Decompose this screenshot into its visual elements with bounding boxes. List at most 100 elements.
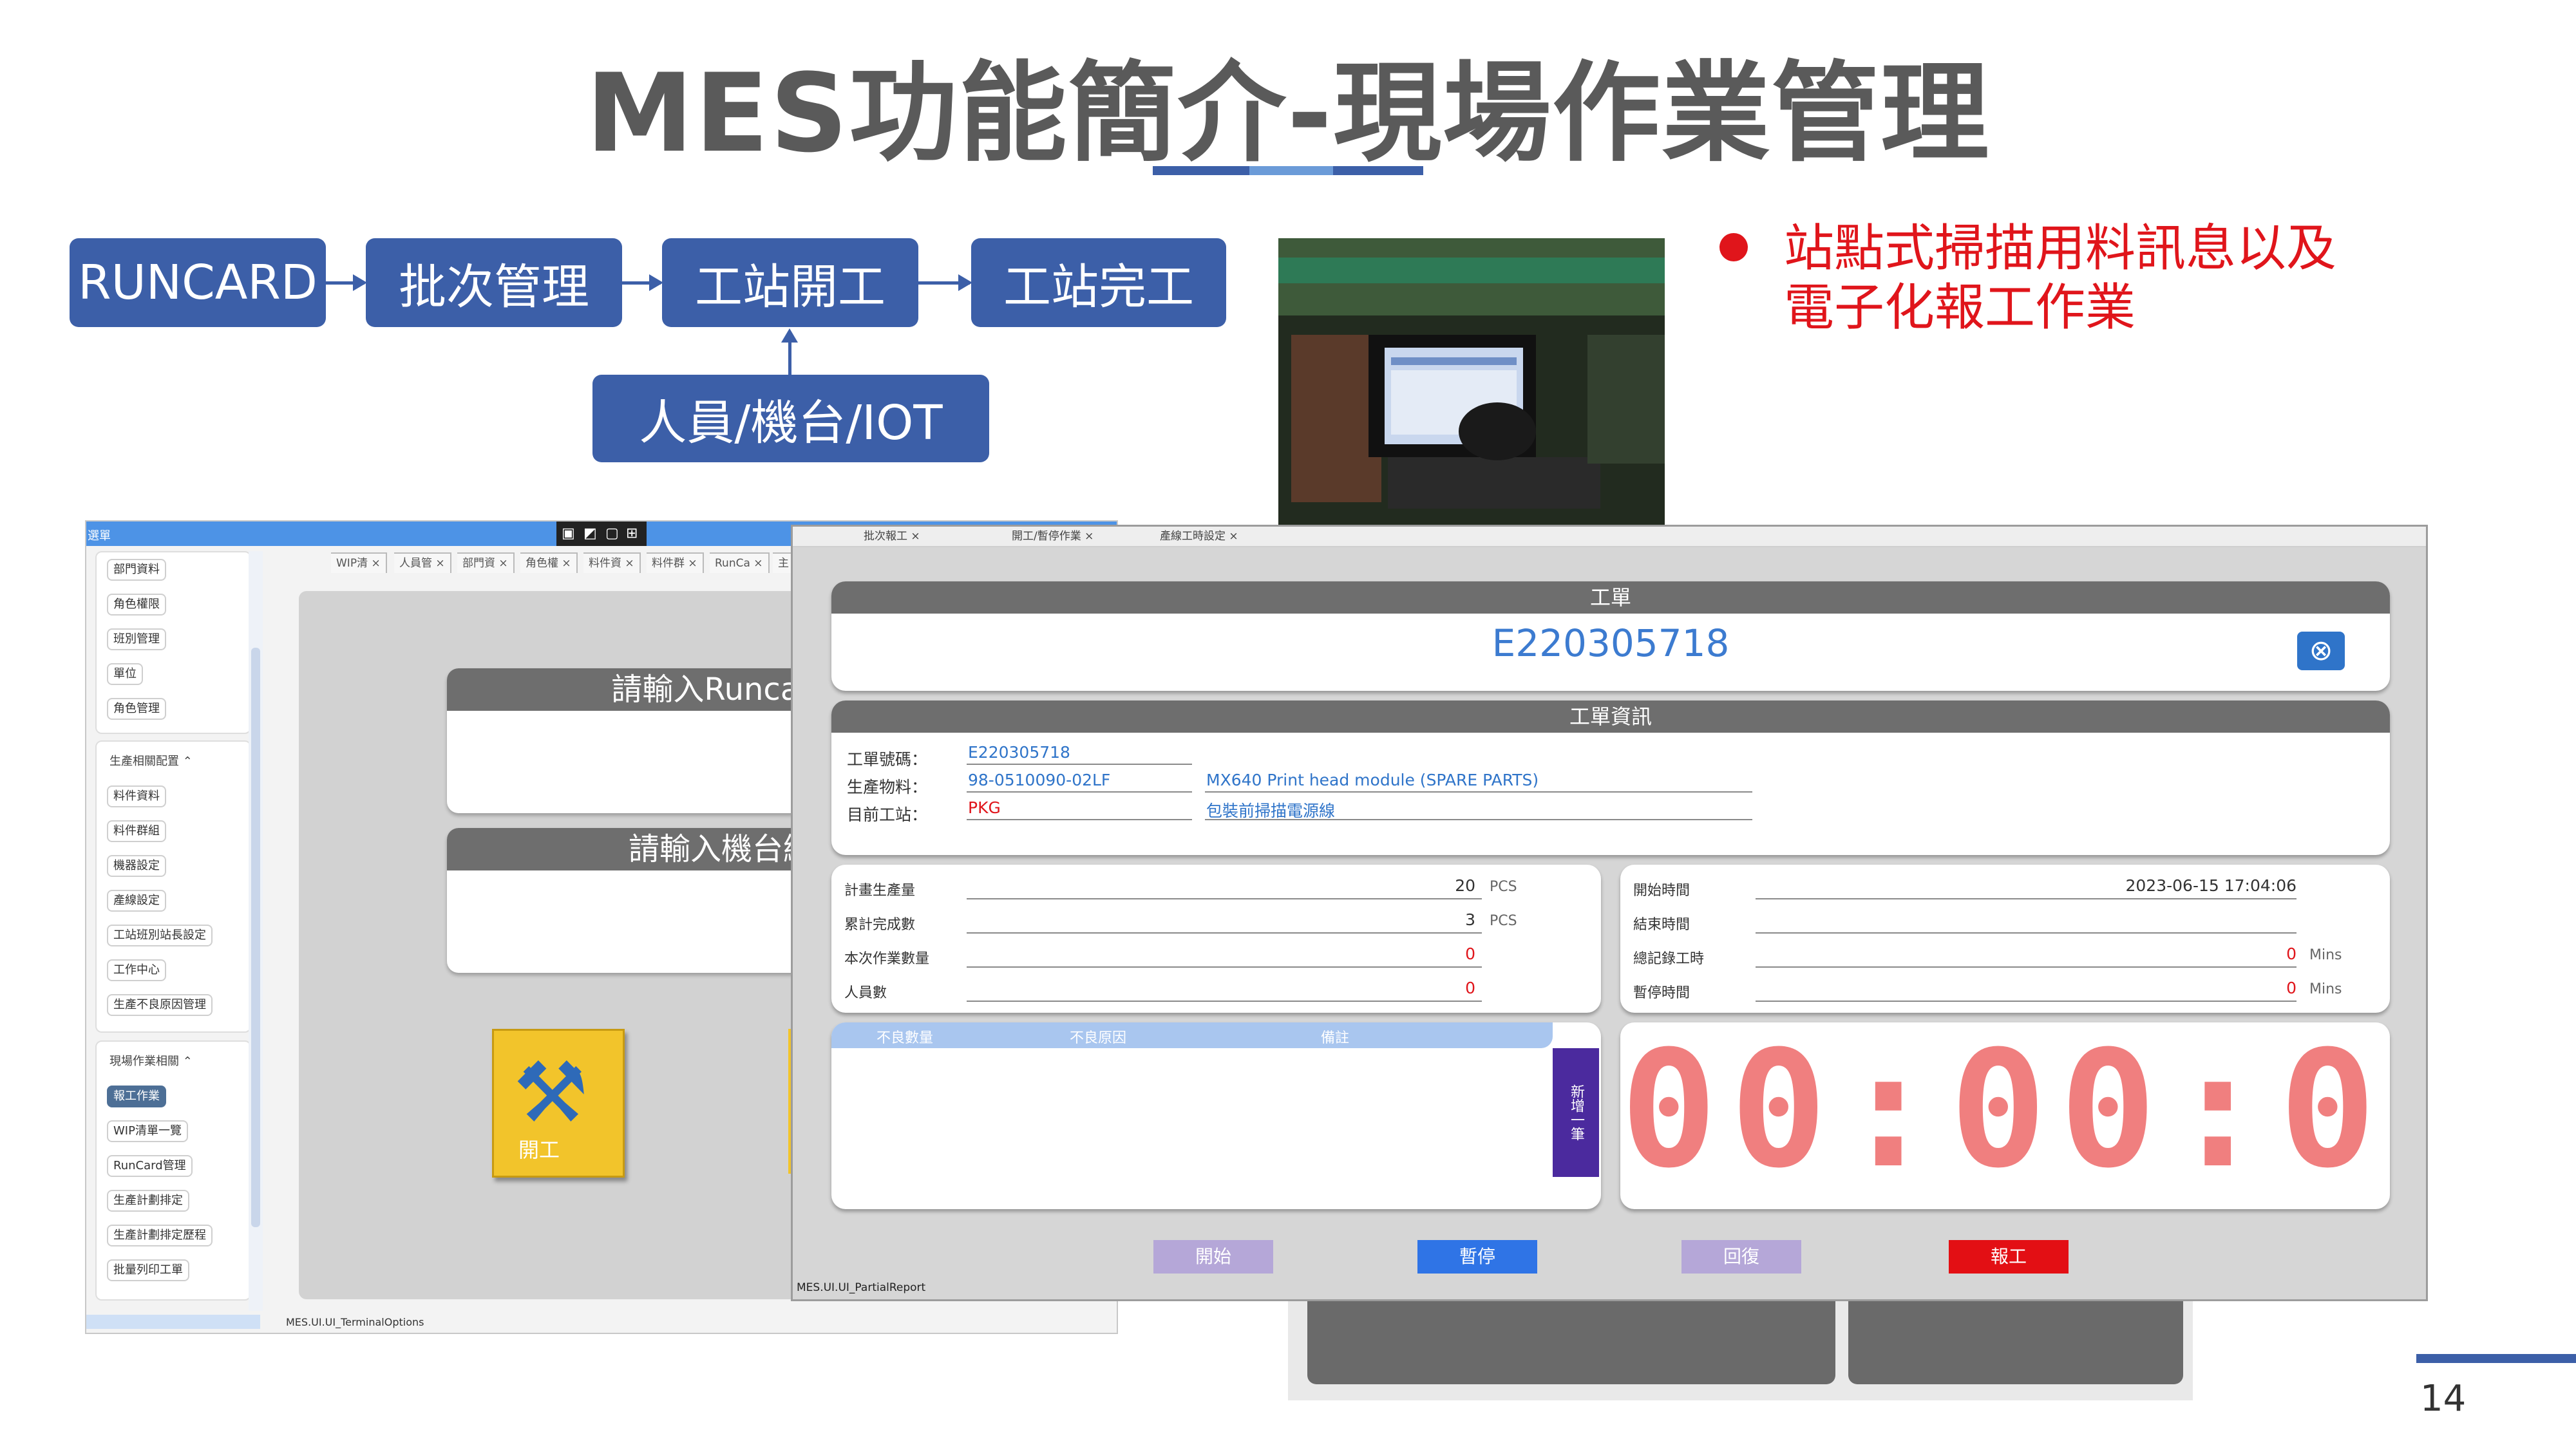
sidebar-item-role-management[interactable]: 角色管理 xyxy=(107,698,166,720)
bullet-dot xyxy=(1719,233,1748,261)
start-button[interactable]: 開始 xyxy=(1153,1240,1273,1274)
flow-runcard: RUNCARD xyxy=(70,238,326,327)
flow-station-finish: 工站完工 xyxy=(971,238,1226,327)
toolbar-icon-3[interactable]: ▢ xyxy=(605,525,619,541)
station-code-underline xyxy=(967,819,1192,820)
time-panel: 開始時間 2023-06-15 17:04:06 結束時間 總記錄工時 0 Mi… xyxy=(1620,865,2390,1013)
work-order-info-panel: 工單資訊 工單號碼： E220305718 生產物料： 98-0510090-0… xyxy=(831,700,2390,855)
station-label: 目前工站： xyxy=(847,805,928,824)
total-hours-underline xyxy=(1756,966,2297,968)
station-code: PKG xyxy=(968,798,1001,817)
total-hours-label: 總記錄工時 xyxy=(1633,951,1705,967)
toolbar-icons[interactable]: ▣ ◩ ▢ ⊞ xyxy=(556,522,647,546)
material-description: MX640 Print head module (SPARE PARTS) xyxy=(1206,771,1539,789)
tools-icon: ⚒ xyxy=(513,1044,589,1142)
material-label: 生產物料： xyxy=(847,778,928,796)
sidebar-item-runcard-management[interactable]: RunCard管理 xyxy=(107,1155,193,1177)
clear-icon: ⊗ xyxy=(2309,634,2333,667)
work-order-header: 工單 xyxy=(831,581,2390,614)
pause-time-value: 0 xyxy=(2286,979,2297,997)
flow-people-machine-iot: 人員/機台/IOT xyxy=(592,375,989,462)
quantity-panel: 計畫生產量 20 PCS 累計完成數 3 PCS 本次作業數量 0 人員數 0 xyxy=(831,865,1601,1013)
start-work-tile-label: 開工 xyxy=(518,1138,560,1162)
scanner-photo xyxy=(1278,238,1665,525)
bullet-text: 站點式掃描用料訊息以及電子化報工作業 xyxy=(1784,220,2337,337)
start-time-underline xyxy=(1756,898,2297,899)
tab-batch-report[interactable]: 批次報工 × xyxy=(857,528,927,545)
total-hours-value: 0 xyxy=(2286,945,2297,963)
tab-start-pause[interactable]: 開工/暫停作業 × xyxy=(1005,528,1100,545)
tab-material-group[interactable]: 料件群 × xyxy=(647,552,704,573)
tab-material[interactable]: 料件資 × xyxy=(583,552,641,573)
sidebar-group-production: 生產相關配置 ⌃ 料件資料 料件群組 機器設定 產線設定 工站班別站長設定 工作… xyxy=(95,740,251,1033)
planned-unit: PCS xyxy=(1490,879,1517,895)
sidebar-item-unit[interactable]: 單位 xyxy=(107,663,143,685)
sidebar-item-material-group[interactable]: 料件群組 xyxy=(107,820,166,842)
background-block-left xyxy=(1307,1297,1835,1384)
menu-title: 選單 xyxy=(88,529,111,543)
tab-role[interactable]: 角色權 × xyxy=(520,552,578,573)
pause-time-label: 暫停時間 xyxy=(1633,985,1690,1001)
add-defect-button[interactable]: 新增一筆 xyxy=(1553,1048,1599,1177)
sidebar-item-shift[interactable]: 班別管理 xyxy=(107,628,166,650)
sidebar-item-line[interactable]: 產線設定 xyxy=(107,890,166,912)
clear-order-button[interactable]: ⊗ xyxy=(2297,632,2345,670)
defect-col-reason: 不良原因 xyxy=(1070,1030,1127,1046)
sidebar-item-production-plan[interactable]: 生產計劃排定 xyxy=(107,1190,189,1212)
toolbar-icon-4[interactable]: ⊞ xyxy=(626,525,638,541)
page-number: 14 xyxy=(2420,1378,2467,1420)
work-order-panel: 工單 E220305718 ⊗ xyxy=(831,581,2390,691)
start-time-value: 2023-06-15 17:04:06 xyxy=(2125,876,2297,895)
rollback-button[interactable]: 回復 xyxy=(1681,1240,1801,1274)
sidebar-item-material[interactable]: 料件資料 xyxy=(107,785,166,807)
total-hours-unit: Mins xyxy=(2309,947,2342,963)
sidebar-group-basic: 部門資料 角色權限 班別管理 單位 角色管理 xyxy=(95,551,251,734)
sidebar-item-station-shift-leader[interactable]: 工站班別站長設定 xyxy=(107,925,213,946)
material-desc-underline xyxy=(1205,791,1752,793)
tab-department[interactable]: 部門資 × xyxy=(457,552,515,573)
sidebar-item-report-work[interactable]: 報工作業 xyxy=(107,1086,166,1107)
main-window: 批次報工 × 開工/暫停作業 × 產線工時設定 × 工單 E220305718 … xyxy=(791,525,2428,1301)
sidebar-item-department[interactable]: 部門資料 xyxy=(107,559,166,581)
sidebar-scrollbar[interactable] xyxy=(249,551,263,1311)
completed-underline xyxy=(967,932,1482,934)
report-button[interactable]: 報工 xyxy=(1949,1240,2069,1274)
defect-table-header: 不良數量 不良原因 備註 xyxy=(831,1022,1553,1048)
tab-wip[interactable]: WIP清 × xyxy=(331,552,387,573)
flow-batch-management: 批次管理 xyxy=(366,238,622,327)
sidebar-item-defect-reason[interactable]: 生產不良原因管理 xyxy=(107,994,213,1016)
toolbar-icon-1[interactable]: ▣ xyxy=(562,525,575,541)
sidebar-group-shopfloor: 現場作業相關 ⌃ 報工作業 WIP清單一覽 RunCard管理 生產計劃排定 生… xyxy=(95,1040,251,1301)
left-window-status: MES.UI.UI_TerminalOptions xyxy=(286,1316,424,1328)
tab-people[interactable]: 人員管 × xyxy=(394,552,451,573)
tab-line-hours[interactable]: 產線工時設定 × xyxy=(1153,528,1245,545)
sidebar-hscrollbar[interactable] xyxy=(86,1315,260,1329)
sidebar-item-production-plan-history[interactable]: 生產計劃排定歷程 xyxy=(107,1225,213,1246)
completed-unit: PCS xyxy=(1490,913,1517,929)
material-code-underline xyxy=(967,791,1192,793)
current-qty-value[interactable]: 0 xyxy=(1411,945,1475,963)
title-underline-middle xyxy=(1249,166,1333,175)
sidebar-item-machine[interactable]: 機器設定 xyxy=(107,855,166,877)
toolbar-icon-2[interactable]: ◩ xyxy=(583,525,597,541)
current-qty-label: 本次作業數量 xyxy=(844,951,930,967)
flow-arrow-2 xyxy=(622,274,663,291)
timer-panel: 00:00:00 xyxy=(1620,1022,2390,1209)
title-underline-right xyxy=(1333,166,1423,175)
people-value[interactable]: 0 xyxy=(1411,979,1475,997)
sidebar-item-work-center[interactable]: 工作中心 xyxy=(107,959,166,981)
start-work-tile[interactable]: ⚒ 開工 xyxy=(492,1029,625,1178)
planned-underline xyxy=(967,898,1482,899)
planned-value: 20 xyxy=(1455,876,1475,895)
tab-runcard[interactable]: RunCa × xyxy=(710,552,770,573)
sidebar-item-wip-list[interactable]: WIP清單一覽 xyxy=(107,1120,188,1142)
sidebar-item-batch-print[interactable]: 批量列印工單 xyxy=(107,1259,189,1281)
pause-button[interactable]: 暫停 xyxy=(1417,1240,1537,1274)
work-order-number[interactable]: E220305718 xyxy=(831,621,2390,665)
flow-arrow-1 xyxy=(326,274,367,291)
order-no-underline xyxy=(967,764,1192,765)
defect-table-panel: 不良數量 不良原因 備註 新增一筆 xyxy=(831,1022,1601,1209)
sidebar-group-shopfloor-title[interactable]: 現場作業相關 ⌃ xyxy=(109,1052,193,1069)
sidebar-group-production-title[interactable]: 生產相關配置 ⌃ xyxy=(109,752,193,769)
sidebar-item-role-permission[interactable]: 角色權限 xyxy=(107,594,166,616)
